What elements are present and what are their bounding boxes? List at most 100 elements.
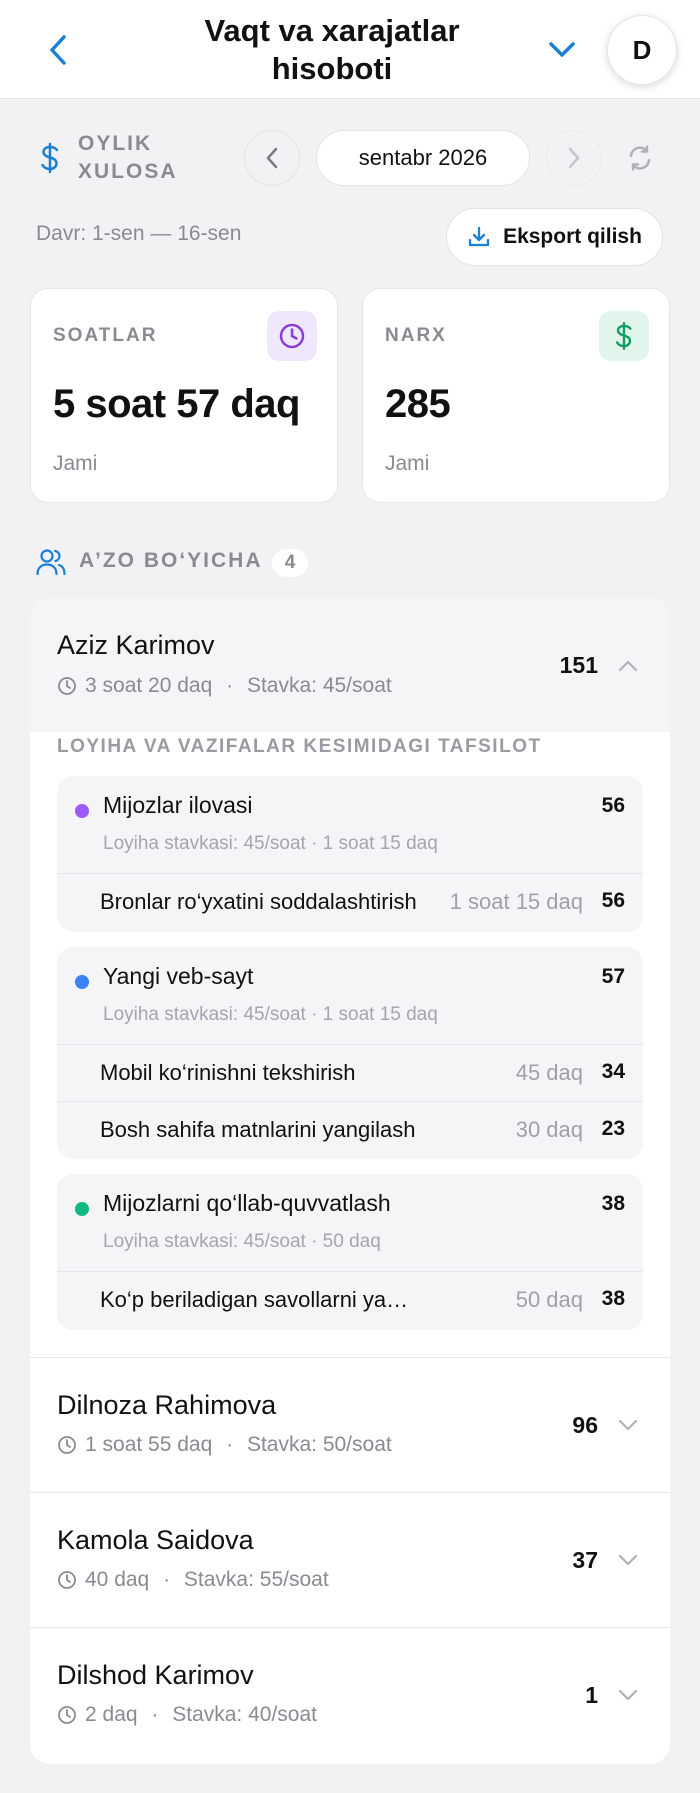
- hours-card: SOATLAR 5 soat 57 daq Jami: [30, 288, 338, 503]
- member-total: 96: [572, 1412, 598, 1438]
- detail-section-title: LOYIHA VA VAZIFALAR KESIMIDAGI TAFSILOT: [57, 736, 542, 757]
- next-month-button[interactable]: [546, 130, 602, 186]
- chevron-right-icon: [568, 147, 580, 169]
- page-title: Vaqt va xarajatlar hisoboti: [204, 13, 460, 86]
- member-duration: 40 daq: [85, 1568, 150, 1591]
- hours-badge: [267, 311, 317, 361]
- task-amount: 34: [601, 1060, 625, 1083]
- project-name: Yangi veb-sayt: [103, 963, 254, 989]
- project-name: Mijozlarni qo‘llab-quvvatlash: [103, 1190, 391, 1216]
- period-range: Davr: 1-sen — 16-sen: [36, 222, 242, 245]
- task-duration: 45 daq: [515, 1060, 583, 1085]
- task-name: Ko‘p beriladigan savollarni yangilash: [100, 1287, 420, 1312]
- project-meta: Loyiha stavkasi: 45/soat · 1 soat 15 daq: [103, 1004, 438, 1025]
- member-name: Dilshod Karimov: [57, 1660, 254, 1690]
- member-name: Aziz Karimov: [57, 630, 215, 660]
- clock-icon: [58, 677, 76, 695]
- member-total: 151: [559, 652, 598, 678]
- member-rate: Stavka: 45/soat: [246, 674, 392, 697]
- member-total: 1: [585, 1682, 598, 1708]
- task-row: Mobil ko‘rinishni tekshirish 45 daq 34: [57, 1044, 643, 1100]
- member-meta: 3 soat 20 daq · Stavka: 45/soat: [57, 674, 392, 698]
- chevron-down-icon: [618, 1419, 638, 1431]
- task-duration: 30 daq: [515, 1117, 583, 1142]
- task-duration: 50 daq: [515, 1287, 583, 1312]
- task-duration: 1 soat 15 daq: [449, 889, 583, 914]
- members-section-title: A’ZO BO‘YICHA: [79, 549, 263, 572]
- project-color-dot: [75, 975, 89, 989]
- price-label: NARX: [385, 325, 447, 346]
- member-meta: 1 soat 55 daq · Stavka: 50/soat: [57, 1433, 392, 1457]
- member-duration: 1 soat 55 daq: [85, 1433, 213, 1456]
- previous-month-button[interactable]: [244, 130, 300, 186]
- member-rate: Stavka: 55/soat: [183, 1568, 329, 1591]
- member-row-dilnoza-rahimova[interactable]: Dilnoza Rahimova 1 soat 55 daq · Stavka:…: [30, 1358, 670, 1492]
- clock-icon: [279, 323, 305, 349]
- chevron-down-icon: [618, 1689, 638, 1701]
- hours-value: 5 soat 57 daq: [53, 382, 300, 426]
- project-block: Mijozlarni qo‘llab-quvvatlash 38 Loyiha …: [57, 1174, 643, 1330]
- price-sub: Jami: [385, 452, 430, 475]
- task-amount: 38: [601, 1287, 625, 1310]
- dollar-icon: [41, 142, 59, 174]
- project-total: 56: [601, 794, 625, 817]
- project-total: 57: [601, 965, 625, 988]
- clock-icon: [58, 1436, 76, 1454]
- collapse-toggle[interactable]: [616, 654, 640, 678]
- member-meta: 40 daq · Stavka: 55/soat: [57, 1568, 329, 1592]
- task-row: Bronlar ro‘yxatini soddalashtirish 1 soa…: [57, 873, 643, 929]
- member-duration: 2 daq: [85, 1703, 138, 1726]
- meta-separator: ·: [220, 674, 239, 697]
- member-meta: 2 daq · Stavka: 40/soat: [57, 1703, 317, 1727]
- meta-separator: ·: [157, 1568, 176, 1591]
- avatar[interactable]: D: [607, 15, 677, 85]
- project-block: Yangi veb-sayt 57 Loyiha stavkasi: 45/so…: [57, 947, 643, 1159]
- title-dropdown-button[interactable]: [544, 32, 580, 68]
- month-selector[interactable]: sentabr 2026: [316, 130, 530, 186]
- meta-separator: ·: [145, 1703, 165, 1726]
- refresh-icon: [629, 145, 651, 171]
- task-row: Ko‘p beriladigan savollarni yangilash 50…: [57, 1271, 643, 1327]
- member-rate: Stavka: 50/soat: [246, 1433, 392, 1456]
- refresh-button[interactable]: [622, 140, 658, 176]
- project-name: Mijozlar ilovasi: [103, 792, 253, 818]
- project-total: 38: [601, 1192, 625, 1215]
- expand-toggle[interactable]: [616, 1683, 640, 1707]
- member-row-aziz-karimov[interactable]: Aziz Karimov 3 soat 20 daq · Stavka: 45/…: [30, 598, 670, 732]
- chevron-left-icon: [266, 147, 278, 169]
- member-rate: Stavka: 40/soat: [172, 1703, 317, 1726]
- members-count-badge: 4: [272, 549, 308, 577]
- app-header: Vaqt va xarajatlar hisoboti D: [0, 0, 700, 99]
- task-amount: 56: [601, 889, 625, 912]
- task-name: Bosh sahifa matnlarini yangilash: [100, 1117, 416, 1142]
- chevron-left-icon: [50, 35, 66, 65]
- project-block: Mijozlar ilovasi 56 Loyiha stavkasi: 45/…: [57, 776, 643, 932]
- task-row: Bosh sahifa matnlarini yangilash 30 daq …: [57, 1101, 643, 1157]
- members-list: Aziz Karimov 3 soat 20 daq · Stavka: 45/…: [30, 598, 670, 1764]
- dollar-icon: [615, 321, 632, 351]
- meta-separator: ·: [220, 1433, 239, 1456]
- member-row-kamola-saidova[interactable]: Kamola Saidova 40 daq · Stavka: 55/soat …: [30, 1493, 670, 1627]
- price-card: NARX 285 Jami: [362, 288, 670, 503]
- price-badge: [599, 311, 649, 361]
- project-meta: Loyiha stavkasi: 45/soat · 50 daq: [103, 1231, 381, 1252]
- project-meta: Loyiha stavkasi: 45/soat · 1 soat 15 daq: [103, 833, 438, 854]
- task-name: Bronlar ro‘yxatini soddalashtirish: [100, 889, 417, 914]
- expand-toggle[interactable]: [616, 1413, 640, 1437]
- monthly-summary-label: OYLIK XULOSA: [78, 132, 178, 183]
- expand-toggle[interactable]: [616, 1548, 640, 1572]
- back-button[interactable]: [40, 30, 76, 70]
- member-total: 37: [572, 1547, 598, 1573]
- users-icon: [36, 549, 66, 576]
- member-row-dilshod-karimov[interactable]: Dilshod Karimov 2 daq · Stavka: 40/soat …: [30, 1628, 670, 1764]
- task-amount: 23: [601, 1117, 625, 1140]
- task-name: Mobil ko‘rinishni tekshirish: [100, 1060, 356, 1085]
- member-name: Kamola Saidova: [57, 1525, 254, 1555]
- download-icon: [468, 226, 490, 247]
- project-color-dot: [75, 1202, 89, 1216]
- member-duration: 3 soat 20 daq: [85, 674, 213, 697]
- chevron-down-icon: [618, 1554, 638, 1566]
- member-name: Dilnoza Rahimova: [57, 1390, 277, 1420]
- export-button[interactable]: Eksport qilish: [446, 208, 663, 266]
- price-value: 285: [385, 382, 451, 426]
